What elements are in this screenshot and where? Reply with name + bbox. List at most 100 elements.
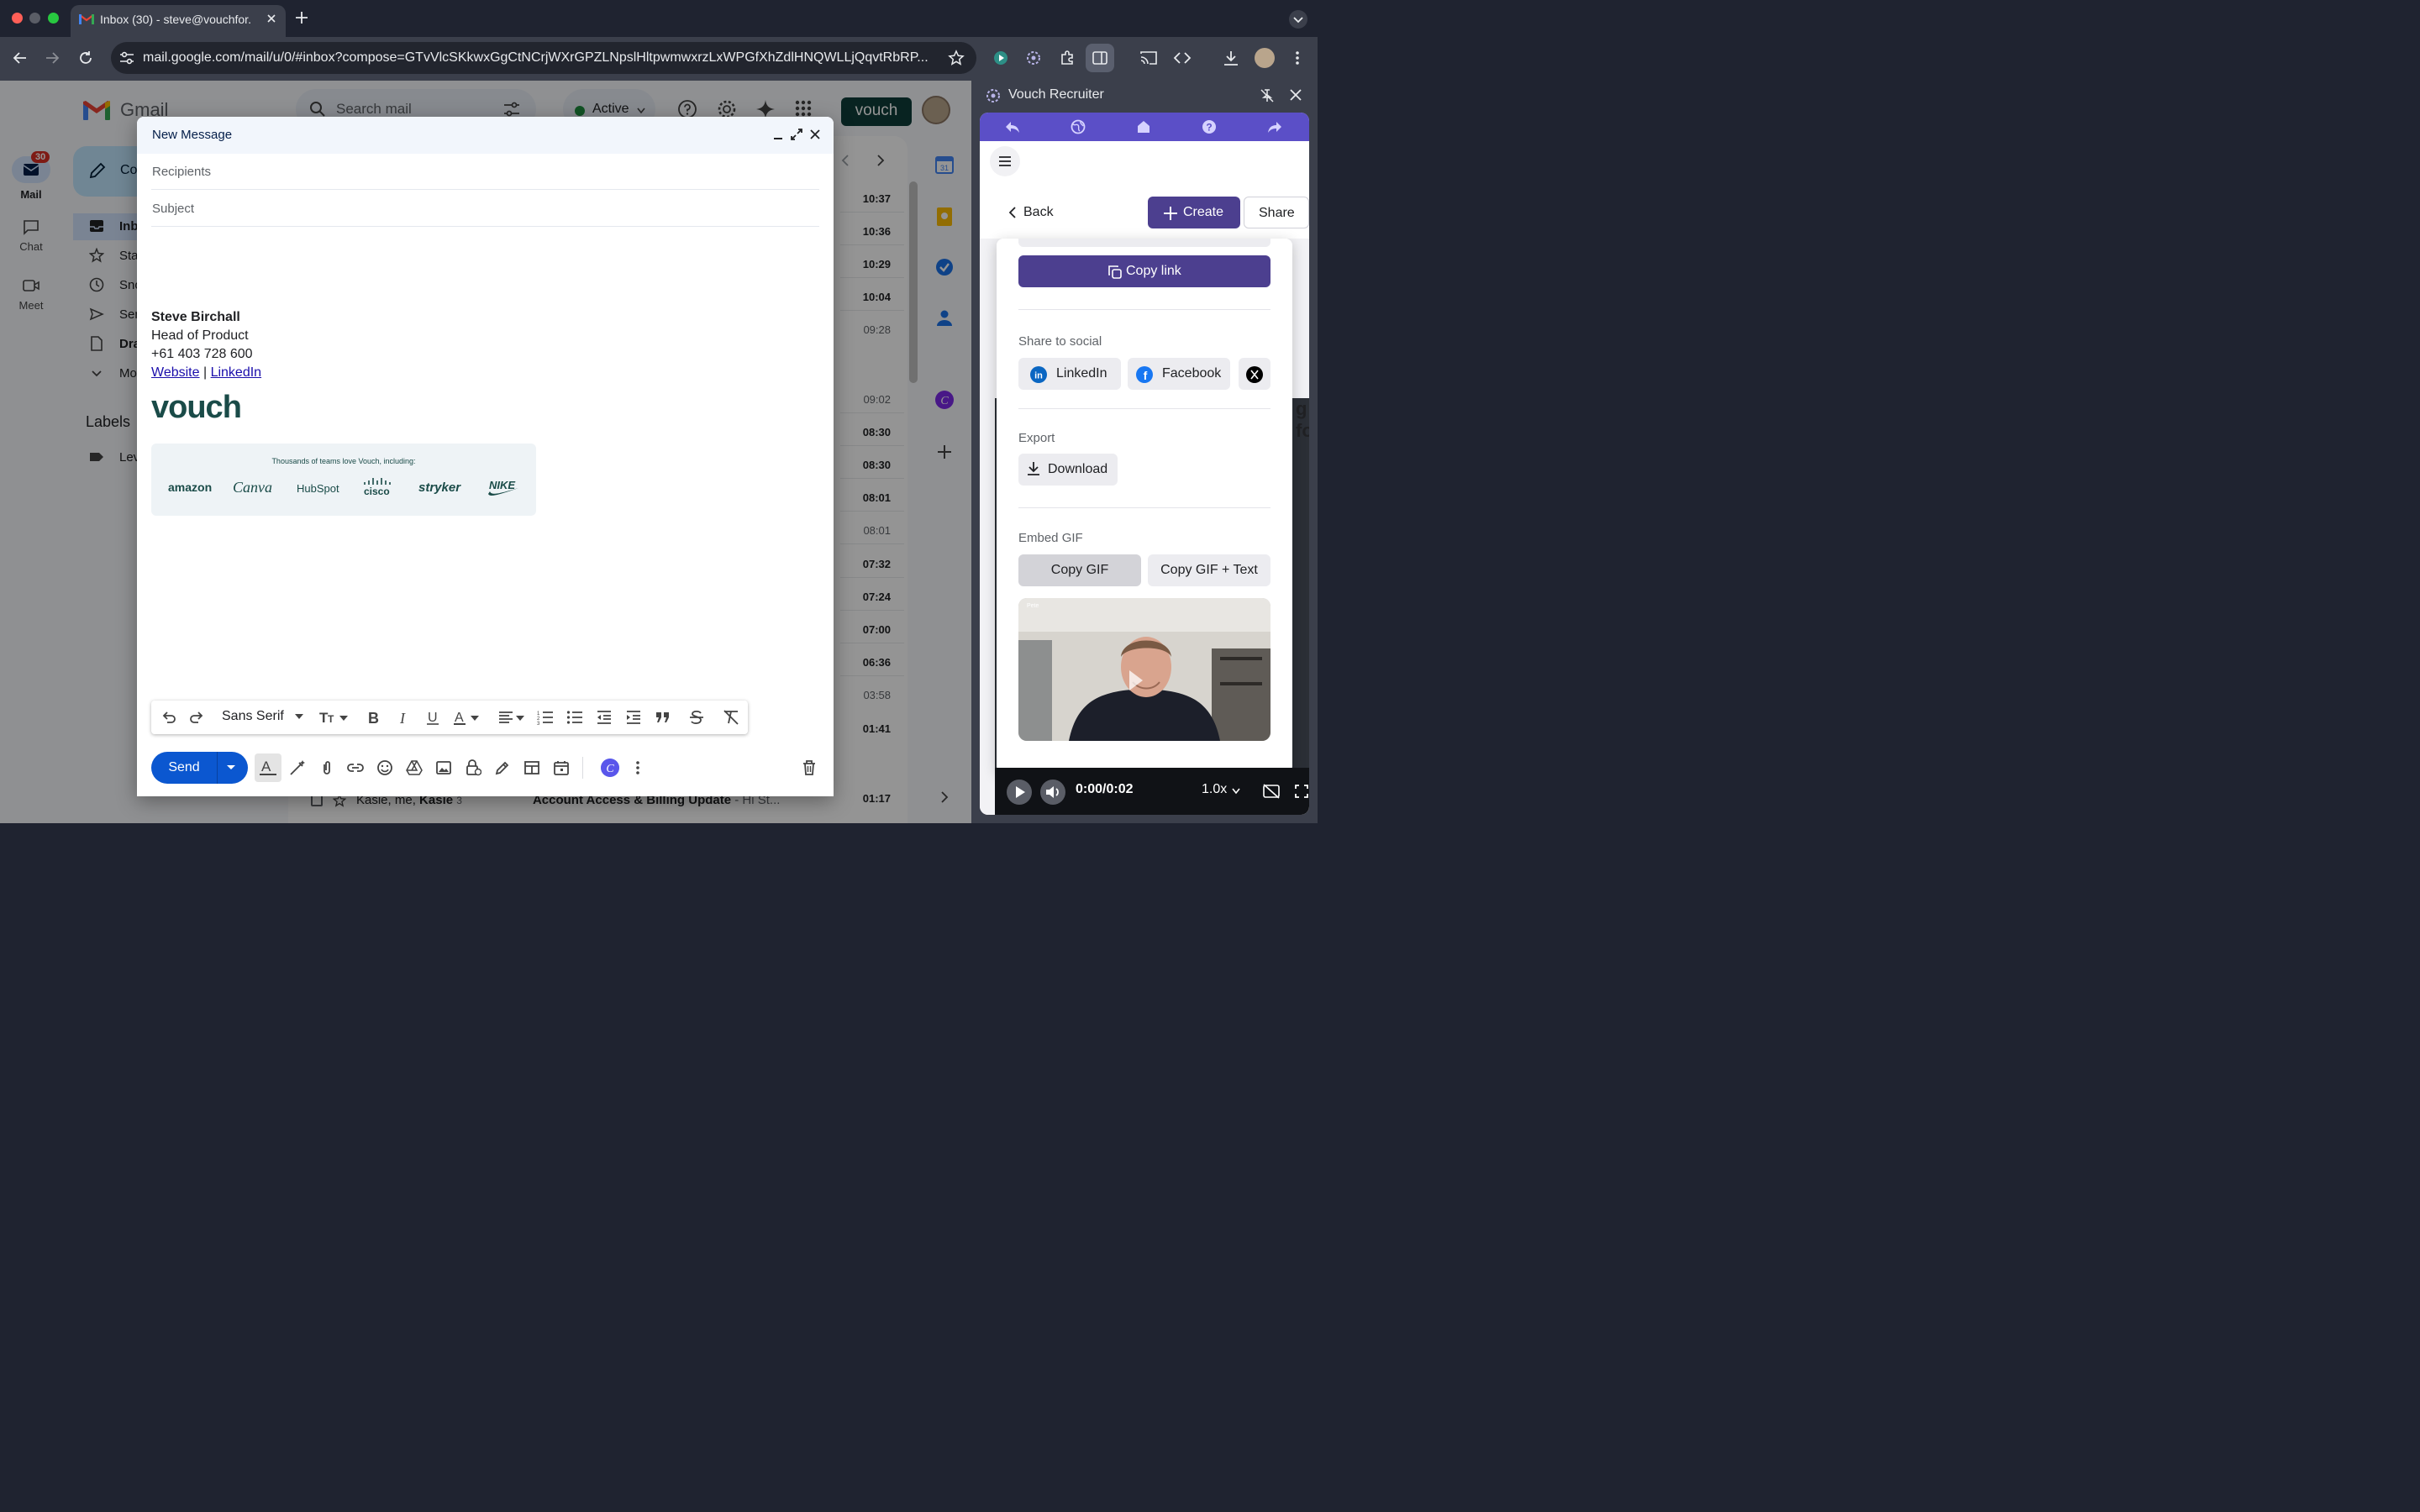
back-icon[interactable] (12, 50, 29, 66)
tab-close-icon[interactable] (266, 13, 277, 24)
screen-record-extension-icon[interactable] (992, 50, 1009, 66)
globe-icon[interactable] (1071, 119, 1086, 134)
fullscreen-icon[interactable] (1294, 783, 1309, 800)
google-drive-icon[interactable] (406, 759, 423, 776)
reload-icon[interactable] (77, 50, 94, 66)
customer-logos-banner: Thousands of teams love Vouch, including… (151, 444, 536, 516)
font-family-select[interactable]: Sans Serif (222, 709, 284, 724)
font-dropdown-icon[interactable] (295, 714, 303, 721)
download-icon[interactable] (1222, 50, 1240, 66)
schedule-send-dropdown-icon[interactable] (225, 761, 237, 773)
signature-pen-icon[interactable] (494, 759, 511, 776)
chevron-down-icon (1232, 788, 1240, 795)
vouch-side-panel: Vouch Recruiter ? Back Create Share g fo (971, 81, 1318, 823)
layouts-icon[interactable] (523, 759, 540, 776)
indent-more-icon[interactable] (625, 709, 642, 726)
gif-preview-thumbnail[interactable]: Pete (1018, 598, 1270, 741)
canva-compose-icon[interactable]: C (600, 758, 620, 778)
compose-window: New Message Recipients Subject Steve Bir… (137, 117, 834, 796)
unpin-icon[interactable] (1260, 88, 1275, 103)
bold-icon[interactable]: B (365, 709, 381, 726)
attach-file-icon[interactable] (318, 759, 335, 776)
italic-icon[interactable]: I (395, 709, 412, 726)
discard-trash-icon[interactable] (802, 759, 817, 776)
cast-icon[interactable] (1139, 50, 1158, 66)
subject-field[interactable]: Subject (151, 191, 819, 227)
linkedin-link[interactable]: LinkedIn (211, 365, 262, 380)
copy-gif-button[interactable]: Copy GIF (1018, 554, 1141, 586)
share-button[interactable]: Share (1244, 197, 1309, 228)
reply-icon[interactable] (1005, 119, 1020, 134)
playback-speed[interactable]: 1.0x (1202, 782, 1227, 797)
remove-formatting-icon[interactable] (723, 709, 739, 726)
font-size-icon[interactable]: TT (319, 709, 350, 726)
bookmark-star-icon[interactable] (948, 50, 965, 66)
tab-search-icon[interactable] (1289, 10, 1307, 29)
profile-avatar[interactable] (1255, 48, 1275, 68)
download-button[interactable]: Download (1018, 454, 1118, 486)
copy-gif-text-button[interactable]: Copy GIF + Text (1148, 554, 1270, 586)
home-icon[interactable] (1136, 119, 1151, 134)
play-button[interactable] (1007, 780, 1032, 805)
new-tab-icon[interactable] (294, 10, 309, 25)
confidential-mode-icon[interactable] (465, 759, 481, 776)
align-icon[interactable] (497, 709, 526, 726)
window-maximize-button[interactable] (48, 13, 59, 24)
panel-close-icon[interactable] (1289, 88, 1302, 102)
indent-less-icon[interactable] (596, 709, 613, 726)
create-button[interactable]: Create (1148, 197, 1240, 228)
website-link[interactable]: Website (151, 365, 200, 380)
window-close-button[interactable] (12, 13, 23, 24)
linkedin-icon: in (1030, 366, 1047, 383)
address-bar[interactable]: mail.google.com/mail/u/0/#inbox?compose=… (111, 42, 976, 74)
redo-icon[interactable] (188, 709, 205, 726)
chrome-menu-icon[interactable] (1291, 50, 1304, 66)
hubspot-logo: HubSpot (297, 482, 339, 495)
extensions-puzzle-icon[interactable] (1059, 50, 1076, 66)
url-text: mail.google.com/mail/u/0/#inbox?compose=… (143, 50, 929, 65)
forward-icon[interactable] (44, 50, 60, 66)
share-linkedin-button[interactable]: in LinkedIn (1018, 358, 1121, 390)
window-minimize-button[interactable] (29, 13, 40, 24)
facebook-icon: f (1136, 366, 1153, 383)
insert-link-icon[interactable] (347, 759, 364, 776)
recipients-field[interactable]: Recipients (151, 154, 819, 190)
text-color-icon[interactable]: A (452, 709, 481, 726)
schedule-calendar-icon[interactable] (553, 759, 570, 776)
formatting-options-button[interactable]: A (255, 753, 281, 782)
strikethrough-icon[interactable] (688, 709, 705, 726)
underline-icon[interactable]: U (424, 709, 441, 726)
bulleted-list-icon[interactable] (566, 709, 583, 726)
browser-toolbar: mail.google.com/mail/u/0/#inbox?compose=… (0, 37, 1318, 81)
captions-off-icon[interactable] (1262, 783, 1281, 800)
help-circle-icon[interactable]: ? (1202, 119, 1217, 134)
insert-photo-icon[interactable] (435, 759, 452, 776)
export-header: Export (1018, 431, 1055, 445)
compose-header[interactable]: New Message (137, 117, 834, 154)
site-info-icon[interactable] (119, 51, 134, 65)
quote-icon[interactable] (655, 709, 671, 726)
forward-share-icon[interactable] (1267, 119, 1282, 134)
numbered-list-icon[interactable]: 123 (537, 709, 554, 726)
hamburger-menu-button[interactable] (990, 146, 1020, 176)
emoji-icon[interactable] (376, 759, 393, 776)
pop-out-icon[interactable] (790, 128, 803, 141)
magic-write-icon[interactable] (289, 759, 306, 776)
copy-link-button[interactable]: Copy link (1018, 255, 1270, 287)
vouch-extension-icon[interactable] (1025, 50, 1042, 66)
facebook-label: Facebook (1162, 366, 1222, 381)
volume-button[interactable] (1040, 780, 1065, 805)
send-divider (217, 752, 218, 784)
close-icon[interactable] (809, 128, 821, 141)
back-button[interactable]: Back (1008, 205, 1054, 220)
side-panel-button[interactable] (1086, 44, 1114, 72)
browser-tab[interactable]: Inbox (30) - steve@vouchfor. (71, 5, 286, 37)
share-x-button[interactable] (1239, 358, 1270, 390)
send-button[interactable]: Send (151, 752, 248, 784)
minimize-icon[interactable] (772, 128, 784, 141)
undo-icon[interactable] (160, 709, 177, 726)
amazon-logo: amazon (168, 480, 213, 494)
more-options-icon[interactable] (633, 759, 643, 776)
devtools-code-icon[interactable] (1173, 50, 1192, 66)
share-facebook-button[interactable]: f Facebook (1128, 358, 1230, 390)
